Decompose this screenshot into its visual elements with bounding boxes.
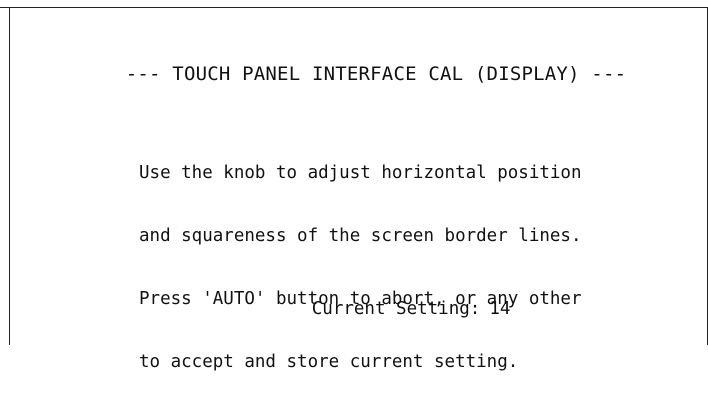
instruction-line: to accept and store current setting. xyxy=(139,352,519,372)
instruction-line: and squareness of the screen border line… xyxy=(139,226,582,246)
screen-border-top-line xyxy=(0,7,708,8)
instruction-line: Use the knob to adjust horizontal positi… xyxy=(139,163,582,183)
current-setting-readout: Current Setting: 14 xyxy=(0,270,708,348)
calibration-title: --- TOUCH PANEL INTERFACE CAL (DISPLAY) … xyxy=(125,63,627,85)
calibration-screen: --- TOUCH PANEL INTERFACE CAL (DISPLAY) … xyxy=(0,0,708,372)
current-setting-value: 14 xyxy=(489,299,511,319)
current-setting-label: Current Setting: xyxy=(311,299,481,319)
instruction-text: Use the knob to adjust horizontal positi… xyxy=(139,121,582,415)
